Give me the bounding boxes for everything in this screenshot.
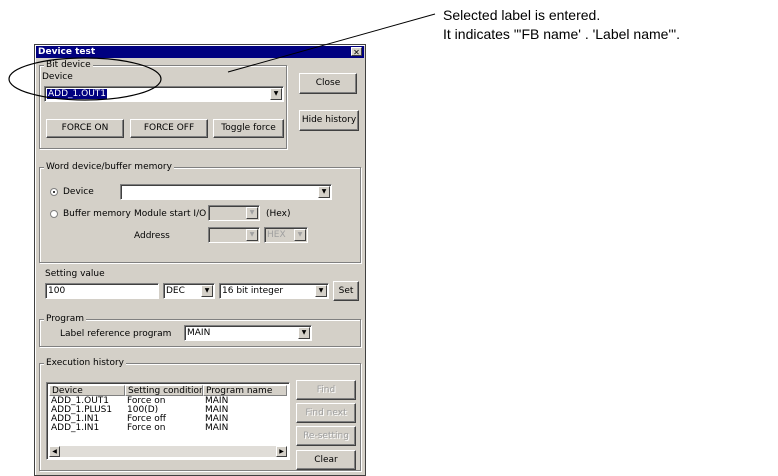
find-button[interactable]: Find — [296, 380, 356, 400]
horizontal-scrollbar[interactable]: ◀ ▶ — [49, 446, 287, 457]
word-device-group-title: Word device/buffer memory — [44, 162, 174, 173]
bit-device-group: Bit device Device ADD_1.OUT1 ▼ FORCE ON … — [39, 60, 287, 149]
setting-value: 100 — [48, 286, 66, 296]
chevron-down-icon[interactable]: ▼ — [246, 229, 258, 241]
device-test-dialog: Device test ✕ Bit device Device ADD_1.OU… — [34, 44, 366, 476]
word-device-combobox[interactable]: ▼ — [120, 184, 332, 200]
buffer-memory-radio[interactable] — [50, 210, 58, 218]
chevron-down-icon[interactable]: ▼ — [246, 207, 258, 219]
chevron-down-icon[interactable]: ▼ — [294, 229, 306, 241]
program-combobox[interactable]: MAIN ▼ — [184, 325, 312, 341]
chevron-down-icon[interactable]: ▼ — [201, 285, 213, 297]
buffer-memory-radio-label: Buffer memory — [63, 209, 131, 219]
history-list[interactable]: Device Setting condition Program name AD… — [46, 382, 290, 460]
bit-device-group-title: Bit device — [44, 60, 93, 71]
bit-device-value: ADD_1.OUT1 — [47, 89, 107, 99]
hex-label: (Hex) — [266, 209, 291, 219]
hide-history-button[interactable]: Hide history — [299, 110, 359, 131]
table-row-program[interactable]: MAIN — [205, 424, 228, 433]
setting-value-input[interactable]: 100 — [45, 283, 159, 299]
close-icon[interactable]: ✕ — [351, 47, 362, 57]
chevron-down-icon[interactable]: ▼ — [298, 327, 310, 339]
data-type-value: 16 bit integer — [222, 286, 284, 296]
column-header-device[interactable]: Device — [49, 385, 125, 396]
word-device-group: Word device/buffer memory Device ▼ Buffe… — [39, 162, 361, 263]
address-format-combobox[interactable]: HEX ▼ — [264, 227, 308, 243]
program-group: Program Label reference program MAIN ▼ — [39, 314, 361, 347]
execution-history-group: Execution history Device Setting conditi… — [39, 358, 361, 471]
clear-button[interactable]: Clear — [296, 450, 356, 470]
re-setting-button[interactable]: Re-setting — [296, 426, 356, 446]
close-button[interactable]: Close — [299, 73, 357, 94]
format-value: DEC — [166, 286, 185, 296]
find-next-button[interactable]: Find next — [296, 403, 356, 423]
table-row-device[interactable]: ADD_1.IN1 — [51, 424, 99, 433]
toggle-force-button[interactable]: Toggle force — [213, 119, 284, 138]
setting-value-label: Setting value — [45, 269, 105, 279]
annotation-line-2: It indicates "'FB name' . 'Label name'". — [443, 26, 680, 42]
device-radio[interactable] — [50, 188, 58, 196]
chevron-down-icon[interactable]: ▼ — [270, 88, 282, 100]
address-format-value: HEX — [267, 230, 286, 240]
force-on-button[interactable]: FORCE ON — [46, 119, 124, 138]
scroll-right-icon[interactable]: ▶ — [276, 446, 287, 457]
set-button[interactable]: Set — [333, 281, 359, 301]
title-bar: Device test ✕ — [36, 46, 364, 58]
execution-history-group-title: Execution history — [44, 358, 126, 369]
label-reference-program-label: Label reference program — [60, 329, 172, 339]
table-row-condition[interactable]: Force on — [127, 424, 165, 433]
address-label: Address — [134, 231, 170, 241]
scroll-left-icon[interactable]: ◀ — [49, 446, 60, 457]
window-title: Device test — [38, 47, 96, 57]
module-start-io-label: Module start I/O — [134, 209, 207, 219]
column-header-setting-condition[interactable]: Setting condition — [125, 385, 203, 396]
module-start-io-combobox[interactable]: ▼ — [208, 205, 260, 221]
force-off-button[interactable]: FORCE OFF — [130, 119, 208, 138]
data-type-combobox[interactable]: 16 bit integer ▼ — [219, 283, 329, 299]
program-value: MAIN — [187, 328, 211, 338]
format-combobox[interactable]: DEC ▼ — [163, 283, 215, 299]
bit-device-combobox[interactable]: ADD_1.OUT1 ▼ — [44, 86, 284, 102]
program-group-title: Program — [44, 314, 86, 325]
annotation-line-1: Selected label is entered. — [443, 7, 601, 23]
address-combobox[interactable]: ▼ — [208, 227, 260, 243]
chevron-down-icon[interactable]: ▼ — [318, 186, 330, 198]
column-header-program-name[interactable]: Program name — [203, 385, 287, 396]
device-radio-label: Device — [63, 187, 94, 197]
chevron-down-icon[interactable]: ▼ — [315, 285, 327, 297]
bit-device-label: Device — [42, 72, 73, 82]
